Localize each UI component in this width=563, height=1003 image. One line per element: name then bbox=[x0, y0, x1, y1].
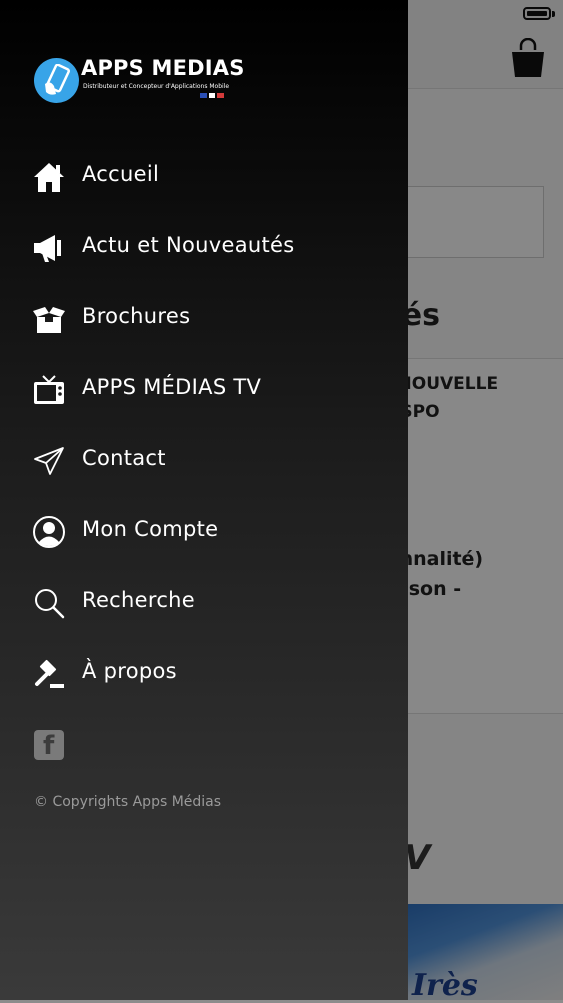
navigation-drawer: APPS MEDIAS Distributeur et Concepteur d… bbox=[0, 0, 408, 1000]
menu-label: APPS MÉDIAS TV bbox=[82, 375, 262, 399]
menu-item-a-propos[interactable]: À propos bbox=[0, 639, 408, 710]
menu-label: Mon Compte bbox=[82, 517, 219, 541]
menu-item-mon-compte[interactable]: Mon Compte bbox=[0, 497, 408, 568]
home-icon bbox=[33, 161, 65, 193]
menu-item-tv[interactable]: APPS MÉDIAS TV bbox=[0, 355, 408, 426]
menu-label: Recherche bbox=[82, 588, 195, 612]
french-flag bbox=[200, 93, 225, 98]
tv-icon bbox=[33, 374, 65, 406]
paper-plane-icon bbox=[33, 445, 65, 477]
menu-item-contact[interactable]: Contact bbox=[0, 426, 408, 497]
menu-item-recherche[interactable]: Recherche bbox=[0, 568, 408, 639]
user-icon bbox=[33, 516, 65, 548]
logo-title: APPS MEDIAS bbox=[81, 56, 245, 80]
menu-label: À propos bbox=[82, 659, 177, 683]
menu-item-accueil[interactable]: Accueil bbox=[0, 142, 408, 213]
copyright-text: © Copyrights Apps Médias bbox=[34, 794, 222, 810]
open-box-icon bbox=[33, 303, 65, 335]
logo-subtitle: Distributeur et Concepteur d'Application… bbox=[83, 83, 230, 90]
apps-medias-logo[interactable]: APPS MEDIAS Distributeur et Concepteur d… bbox=[34, 56, 244, 104]
menu-label: Accueil bbox=[82, 162, 160, 186]
facebook-icon[interactable]: f bbox=[34, 730, 64, 761]
menu-label: Contact bbox=[82, 446, 166, 470]
menu-item-brochures[interactable]: Brochures bbox=[0, 284, 408, 355]
search-icon bbox=[33, 587, 65, 619]
phone-logo-icon bbox=[34, 58, 79, 103]
megaphone-icon bbox=[33, 232, 65, 264]
menu-item-actu[interactable]: Actu et Nouveautés bbox=[0, 213, 408, 284]
menu-label: Brochures bbox=[82, 304, 191, 328]
gavel-icon bbox=[33, 658, 65, 690]
menu-label: Actu et Nouveautés bbox=[82, 233, 295, 257]
